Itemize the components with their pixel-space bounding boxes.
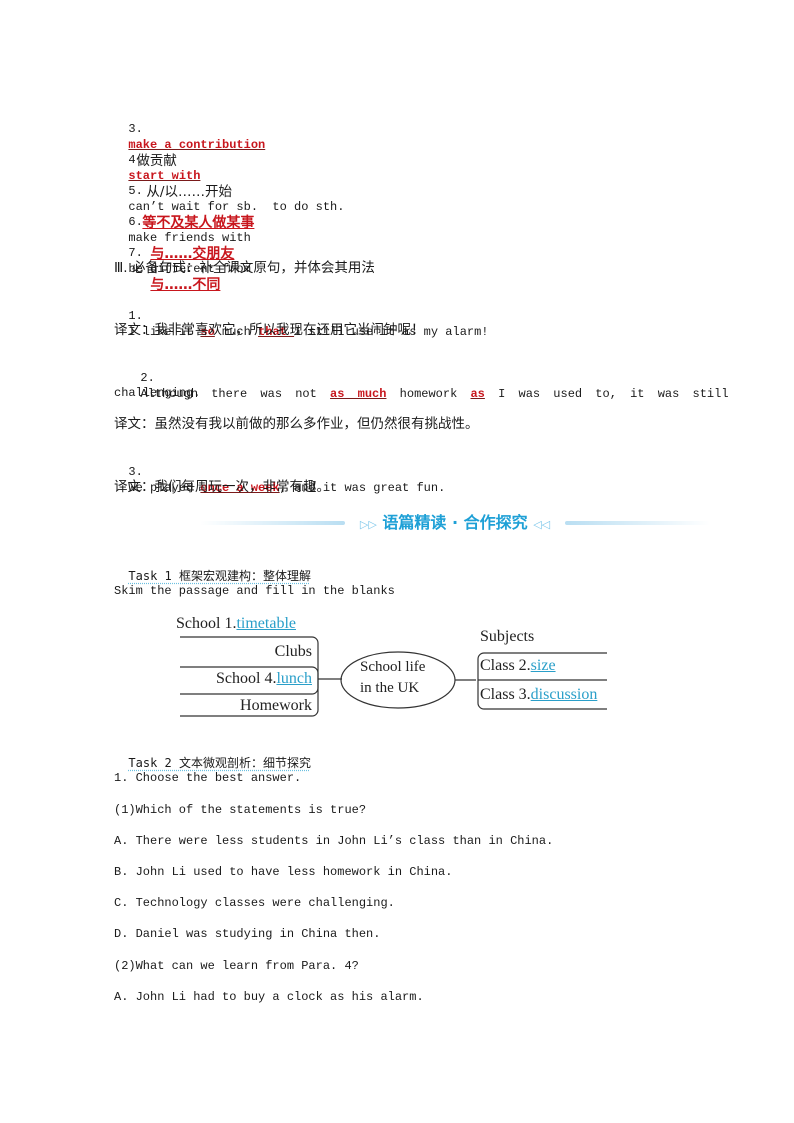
answer-text: as much — [330, 387, 387, 401]
sentence-continuation: challenging. — [114, 386, 201, 400]
task-instruction: Skim the passage and fill in the blanks — [114, 584, 395, 598]
item-number: 3. — [128, 122, 143, 136]
map-node-class-discussion: Class 3.discussion — [480, 686, 598, 703]
sentence-item: 2. Although there was not as much homewo… — [114, 354, 729, 402]
option-item: D. Daniel was studying in China then. — [114, 927, 381, 941]
banner-text: 语篇精读 · 合作探究 — [382, 513, 528, 532]
sentence-text: homework — [386, 387, 471, 401]
double-arrow-left-icon: ◁◁ — [533, 518, 551, 531]
map-center-line2: in the UK — [360, 680, 420, 696]
answer-text: 与……不同 — [150, 277, 221, 293]
answer-text: size — [530, 657, 556, 674]
section-banner: ▷▷ 语篇精读 · 合作探究 ◁◁ — [200, 512, 710, 534]
map-center-line1: School life — [360, 659, 426, 675]
map-node-subjects: Subjects — [480, 628, 535, 645]
answer-text: as — [470, 387, 485, 401]
banner-right-bar — [565, 521, 710, 525]
section-heading: Ⅲ. 必备句式：补全课文原句，并体会其用法 — [114, 260, 375, 276]
map-node-lunch: School 4.lunch — [216, 670, 312, 687]
task1-heading: Task 1 框架宏观建构：整体理解 — [128, 569, 311, 583]
translation-text: 译文：虽然没有我以前做的那么多作业，但仍然很有挑战性。 — [114, 416, 479, 432]
mind-map: School 1.timetable Clubs School 4.lunch … — [170, 610, 630, 725]
map-node-homework: Homework — [240, 697, 312, 714]
translation-text: 译文：我们每周玩一次，非常有趣。 — [114, 479, 330, 495]
answer-text: lunch — [276, 670, 312, 687]
option-item: B. John Li used to have less homework in… — [114, 865, 453, 879]
question-text: (1)Which of the statements is true? — [114, 803, 367, 817]
answer-text: discussion — [530, 686, 598, 703]
translation-text: 译文：我非常喜欢它，所以我现在还用它当闹钟呢！ — [114, 322, 425, 338]
map-node-class-size: Class 2.size — [480, 657, 556, 674]
item-number: 2. — [140, 371, 155, 385]
item-number: 6. — [128, 215, 143, 229]
option-item: C. Technology classes were challenging. — [114, 896, 395, 910]
map-node-clubs: Clubs — [274, 643, 312, 660]
task-heading: Task 1 框架宏观建构：整体理解 — [114, 552, 311, 585]
item-number: 1. — [128, 309, 143, 323]
map-node-timetable: School 1.timetable — [176, 615, 296, 632]
answer-text: timetable — [236, 615, 296, 632]
banner-left-bar — [200, 521, 345, 525]
option-item: A. John Li had to buy a clock as his ala… — [114, 990, 424, 1004]
item-number: 5. — [128, 184, 143, 198]
banner-title: ▷▷ 语篇精读 · 合作探究 ◁◁ — [340, 512, 570, 536]
task-heading: Task 2 文本微观剖析：细节探究 — [114, 739, 311, 772]
question-text: (2)What can we learn from Para. 4? — [114, 959, 359, 973]
double-arrow-right-icon: ▷▷ — [359, 518, 377, 531]
item-number: 7. — [128, 246, 143, 260]
item-number: 3. — [128, 465, 143, 479]
option-item: A. There were less students in John Li’s… — [114, 834, 554, 848]
task2-heading: Task 2 文本微观剖析：细节探究 — [128, 756, 311, 770]
task-instruction: 1. Choose the best answer. — [114, 771, 302, 785]
item-number: 4. — [128, 153, 143, 167]
sentence-text: I was used to, it was still — [484, 387, 729, 401]
